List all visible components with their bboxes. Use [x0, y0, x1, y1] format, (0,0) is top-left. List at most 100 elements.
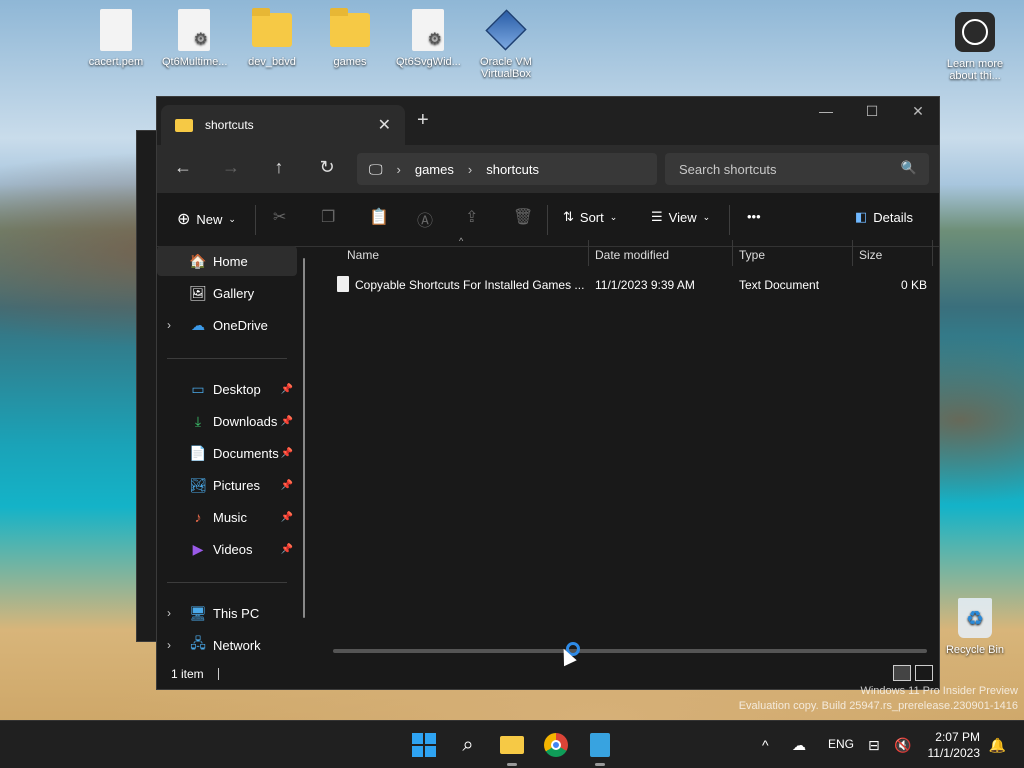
- sidebar-item-label: Downloads: [213, 413, 278, 429]
- column-divider[interactable]: [932, 240, 933, 266]
- desktop-icon-label: Qt6Multime...: [162, 56, 228, 68]
- pin-icon[interactable]: 📌: [281, 480, 293, 491]
- chevron-right-icon[interactable]: ›: [167, 318, 171, 332]
- breadcrumb-shortcuts[interactable]: shortcuts: [486, 162, 539, 177]
- sort-label: Sort: [579, 209, 604, 225]
- more-options-button[interactable]: •••: [747, 209, 761, 224]
- delete-icon[interactable]: 🗑: [513, 207, 533, 227]
- maximize-button[interactable]: ☐: [849, 103, 895, 120]
- nav-divider: [167, 582, 287, 583]
- learn-more-icon: [955, 12, 995, 52]
- tab-shortcuts[interactable]: shortcuts ✕: [161, 105, 405, 145]
- tiles-view-icon[interactable]: [915, 665, 933, 681]
- sidebar-item-desktop[interactable]: ▭ Desktop 📌: [157, 374, 297, 404]
- rename-icon[interactable]: Ⓐ: [417, 207, 433, 231]
- search-placeholder: Search shortcuts: [679, 161, 777, 177]
- paste-icon[interactable]: 📋: [369, 207, 389, 227]
- pin-icon[interactable]: 📌: [281, 448, 293, 459]
- chevron-down-icon: ⌄: [228, 213, 236, 224]
- forward-button[interactable]: →: [207, 157, 255, 178]
- minimize-button[interactable]: —: [803, 103, 849, 119]
- column-divider[interactable]: [852, 240, 853, 266]
- sidebar-item-network[interactable]: › 🖧 Network: [157, 630, 297, 660]
- sidebar-item-onedrive[interactable]: › ☁ OneDrive: [157, 310, 297, 340]
- desktop-icon-qt6svgwidgets[interactable]: Qt6SvgWid...: [396, 8, 461, 68]
- new-button[interactable]: ⊕ New ⌄: [177, 209, 236, 229]
- pin-icon[interactable]: 📌: [281, 416, 293, 427]
- clock[interactable]: 2:07 PM 11/1/2023: [928, 729, 981, 761]
- sidebar-item-this-pc[interactable]: › 🖥 This PC: [157, 598, 297, 628]
- share-icon[interactable]: ⇪: [465, 207, 478, 227]
- sidebar-item-gallery[interactable]: 🖼 Gallery: [157, 278, 297, 308]
- column-header-name[interactable]: Name: [347, 248, 379, 262]
- sidebar-item-label: Pictures: [213, 477, 260, 493]
- copy-icon[interactable]: ❐: [321, 207, 335, 227]
- details-view-icon[interactable]: [893, 665, 911, 681]
- refresh-button[interactable]: ↻: [303, 157, 351, 178]
- sidebar-item-music[interactable]: ♪ Music 📌: [157, 502, 297, 532]
- cut-icon[interactable]: ✂: [273, 207, 286, 227]
- column-divider[interactable]: [588, 240, 589, 266]
- view-button[interactable]: ☰ View ⌄: [651, 209, 710, 225]
- horizontal-scrollbar[interactable]: [333, 649, 927, 653]
- sidebar-item-downloads[interactable]: ⤓ Downloads 📌: [157, 406, 297, 436]
- chrome-icon: [544, 733, 568, 757]
- column-header-date[interactable]: Date modified: [595, 248, 669, 262]
- close-tab-icon[interactable]: ✕: [378, 115, 391, 135]
- chevron-right-icon[interactable]: ›: [167, 606, 171, 620]
- desktop-icon-label: cacert.pem: [88, 56, 144, 68]
- cloud-offline-icon[interactable]: ☁: [792, 737, 806, 754]
- chevron-up-icon[interactable]: ^: [762, 737, 769, 753]
- pin-icon[interactable]: 📌: [281, 544, 293, 555]
- notepad-taskbar-button[interactable]: [586, 731, 614, 759]
- sidebar-item-label: Music: [213, 509, 247, 525]
- desktop-icon-qt6multimedia[interactable]: Qt6Multime...: [162, 8, 228, 68]
- close-window-button[interactable]: ✕: [895, 103, 941, 120]
- file-explorer-taskbar-button[interactable]: [498, 731, 526, 759]
- back-button[interactable]: ←: [159, 157, 207, 178]
- sort-button[interactable]: ⇅ Sort ⌄: [563, 209, 617, 225]
- sidebar-item-home[interactable]: 🏠 Home: [157, 246, 297, 276]
- details-label: Details: [873, 209, 914, 225]
- language-indicator[interactable]: ENG: [828, 737, 854, 751]
- recycle-bin-icon: ♻: [958, 598, 992, 638]
- pin-icon[interactable]: 📌: [281, 384, 293, 395]
- desktop-icon-games[interactable]: games: [318, 8, 382, 68]
- desktop-icon-learn-more[interactable]: Learn more about thi...: [942, 10, 1008, 82]
- search-input[interactable]: Search shortcuts 🔍: [665, 153, 929, 185]
- start-button[interactable]: [410, 731, 438, 759]
- search-button[interactable]: ⌕: [454, 731, 482, 759]
- sidebar-item-pictures[interactable]: 🏞 Pictures 📌: [157, 470, 297, 500]
- status-divider: [217, 668, 219, 680]
- desktop-icon-dev-bdvd[interactable]: dev_bdvd: [240, 8, 304, 68]
- volume-muted-icon[interactable]: 🔇: [894, 737, 911, 754]
- virtualbox-icon: [485, 9, 527, 51]
- up-button[interactable]: ↑: [255, 157, 303, 178]
- gallery-icon: 🖼: [189, 284, 207, 301]
- desktop-icon-recycle-bin[interactable]: ♻ Recycle Bin: [942, 596, 1008, 656]
- file-size: 0 KB: [901, 278, 928, 292]
- toolbar-divider: [547, 205, 548, 235]
- new-label: New: [196, 211, 223, 227]
- breadcrumb-games[interactable]: games: [415, 162, 454, 177]
- table-row[interactable]: Copyable Shortcuts For Installed Games .…: [317, 270, 939, 300]
- navigation-bar: ← → ↑ ↻ 🖵 › games › shortcuts Search sho…: [157, 145, 939, 193]
- windows-logo-icon: [412, 733, 436, 757]
- desktop-icon-virtualbox[interactable]: Oracle VM VirtualBox: [474, 8, 538, 80]
- sidebar-item-videos[interactable]: ▶ Videos 📌: [157, 534, 297, 564]
- address-bar[interactable]: 🖵 › games › shortcuts: [357, 153, 657, 185]
- nav-scrollbar[interactable]: [303, 258, 305, 618]
- pin-icon[interactable]: 📌: [281, 512, 293, 523]
- column-divider[interactable]: [732, 240, 733, 266]
- desktop-icon-cacert[interactable]: cacert.pem: [84, 8, 148, 68]
- details-button[interactable]: ◧ Details: [855, 209, 913, 225]
- new-tab-button[interactable]: +: [417, 109, 429, 132]
- sidebar-item-documents[interactable]: 📄 Documents 📌: [157, 438, 297, 468]
- chevron-right-icon[interactable]: ›: [167, 638, 171, 652]
- computer-icon: 🖥: [189, 604, 207, 621]
- network-icon[interactable]: ⊟: [868, 737, 880, 754]
- notification-bell-icon[interactable]: 🔔: [989, 737, 1006, 754]
- column-header-size[interactable]: Size: [859, 248, 882, 262]
- chrome-taskbar-button[interactable]: [542, 731, 570, 759]
- column-header-type[interactable]: Type: [739, 248, 765, 262]
